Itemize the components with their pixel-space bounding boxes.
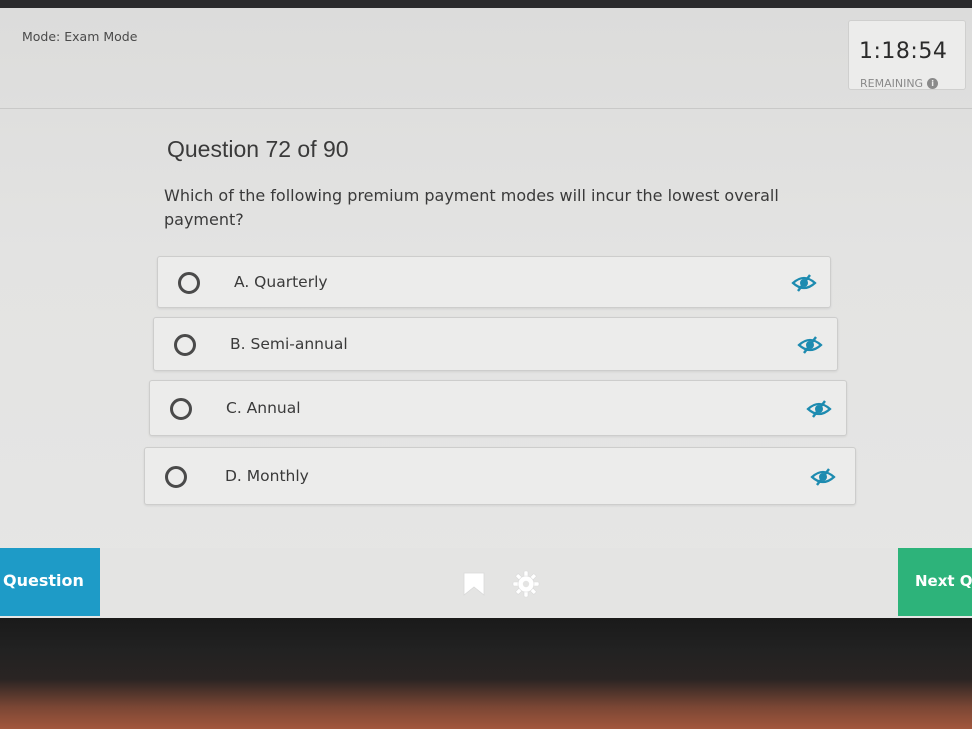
next-question-button[interactable]: Next Q bbox=[898, 548, 972, 616]
bookmark-icon[interactable] bbox=[462, 572, 486, 596]
timer-remaining-time: 1:18:54 bbox=[859, 39, 948, 64]
radio-button[interactable] bbox=[174, 334, 196, 356]
answer-option-label: D. Monthly bbox=[225, 467, 309, 485]
eye-slash-icon[interactable] bbox=[790, 273, 818, 293]
answer-option-label: B. Semi-annual bbox=[230, 335, 348, 353]
timer-remaining-label: REMAINING i bbox=[860, 77, 939, 90]
radio-button[interactable] bbox=[178, 272, 200, 294]
radio-button[interactable] bbox=[165, 466, 187, 488]
question-tab-label: Question bbox=[3, 571, 84, 590]
eye-slash-icon[interactable] bbox=[805, 399, 833, 419]
bottom-toolbar: Question Next Q bbox=[0, 548, 972, 616]
radio-button[interactable] bbox=[170, 398, 192, 420]
gear-icon[interactable] bbox=[512, 570, 540, 598]
answer-option-label: C. Annual bbox=[226, 399, 301, 417]
timer-label-text: REMAINING bbox=[860, 77, 924, 90]
question-counter: Question 72 of 90 bbox=[167, 136, 349, 162]
eye-slash-icon[interactable] bbox=[796, 335, 824, 355]
next-button-label: Next Q bbox=[915, 572, 972, 590]
answer-option-a[interactable]: A. Quarterly bbox=[157, 256, 831, 308]
exam-mode-label: Mode: Exam Mode bbox=[22, 29, 138, 44]
info-icon[interactable]: i bbox=[927, 78, 939, 89]
header: Mode: Exam Mode 1:18:54 REMAINING i bbox=[0, 8, 972, 109]
exam-screen: Mode: Exam Mode 1:18:54 REMAINING i Ques… bbox=[0, 8, 972, 618]
question-tab[interactable]: Question bbox=[0, 548, 100, 616]
device-bezel-top bbox=[0, 0, 972, 8]
answer-option-c[interactable]: C. Annual bbox=[149, 380, 847, 436]
question-text: Which of the following premium payment m… bbox=[164, 186, 779, 229]
eye-slash-icon[interactable] bbox=[809, 467, 837, 487]
answer-option-label: A. Quarterly bbox=[234, 273, 328, 291]
answer-option-b[interactable]: B. Semi-annual bbox=[153, 317, 838, 371]
timer-panel: 1:18:54 REMAINING i bbox=[848, 20, 966, 90]
answer-option-d[interactable]: D. Monthly bbox=[144, 447, 856, 505]
device-bezel-bottom bbox=[0, 618, 972, 729]
